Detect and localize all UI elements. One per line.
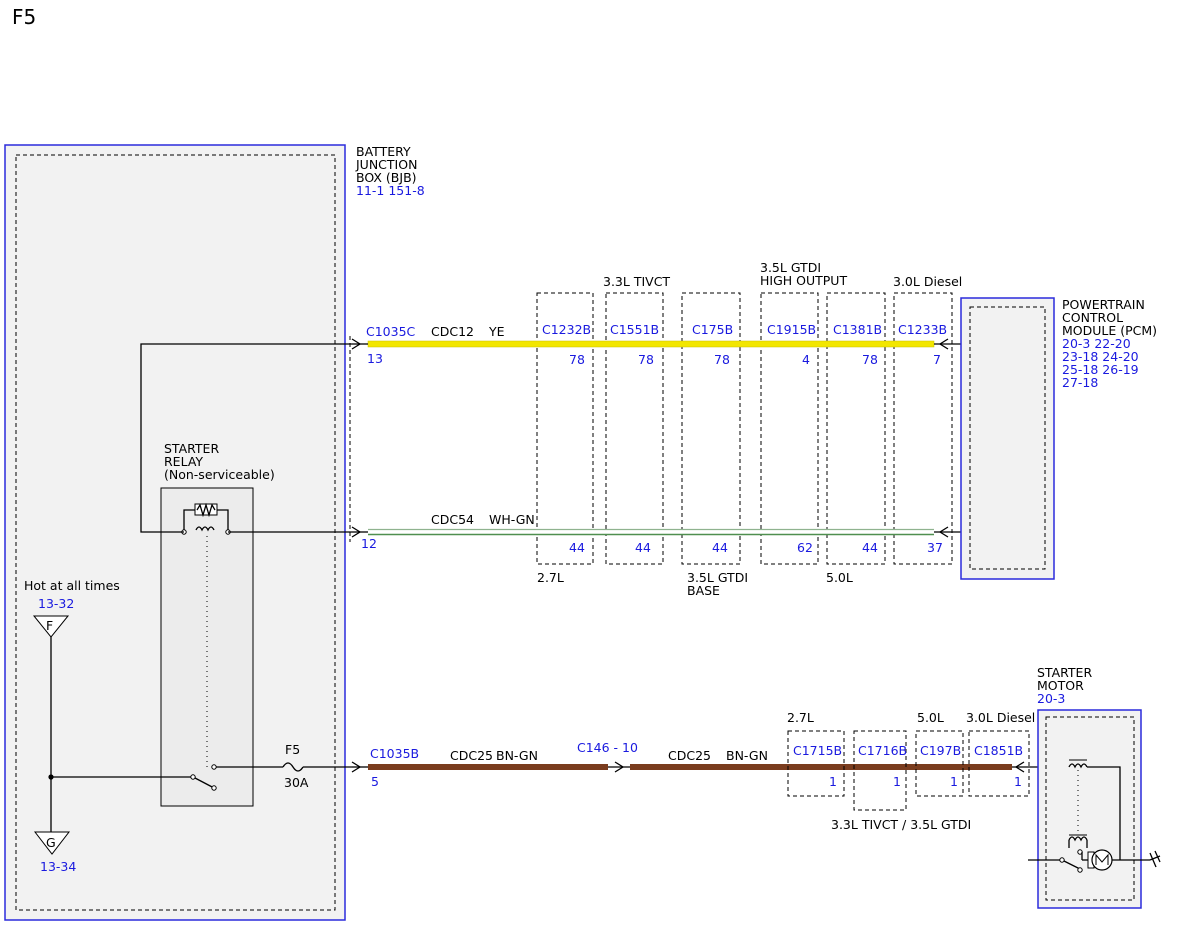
variant-27l: 2.7L: [537, 570, 564, 585]
pcm-refs-4[interactable]: 27-18: [1062, 375, 1098, 390]
conn-c197b[interactable]: C197B: [920, 743, 961, 758]
relay-name-3: (Non-serviceable): [164, 467, 275, 482]
circuit-cdc12: CDC12: [431, 324, 474, 339]
pin-mid-5: 44: [862, 540, 878, 555]
color-wh-gn: WH-GN: [489, 512, 535, 527]
conn-c1232b[interactable]: C1232B: [542, 322, 591, 337]
variant-bottom-27l: 2.7L: [787, 710, 814, 725]
variant-bottom-tivct-gtdi: 3.3L TIVCT / 3.5L GTDI: [831, 817, 971, 832]
variant-tivct: 3.3L TIVCT: [603, 274, 670, 289]
color-bn-gn-a: BN-GN: [496, 748, 538, 763]
top-variant-boxes: [536, 292, 953, 565]
color-bn-gn-b: BN-GN: [726, 748, 768, 763]
pin-c1381b: 78: [862, 352, 878, 367]
fuse-rating: 30A: [284, 775, 309, 790]
hot-ref[interactable]: 13-32: [38, 596, 74, 611]
conn-c1233b[interactable]: C1233B: [898, 322, 947, 337]
pin-c1232b: 78: [569, 352, 585, 367]
ground-symbol: G: [46, 835, 56, 850]
pin-mid-2: 44: [635, 540, 651, 555]
ground-ref[interactable]: 13-34: [40, 859, 76, 874]
pin-c1715b: 1: [829, 774, 837, 789]
pcm-box[interactable]: [960, 297, 1055, 580]
c146-splice-label[interactable]: C146 - 10: [577, 740, 638, 755]
hot-label: Hot at all times: [24, 578, 120, 593]
page-title: F5: [12, 5, 36, 29]
pin-mid-1: 44: [569, 540, 585, 555]
variant-50l: 5.0L: [826, 570, 853, 585]
pin-mid-6: 37: [927, 540, 943, 555]
circuit-cdc25-b: CDC25: [668, 748, 711, 763]
wire-bn-gn-2[interactable]: [630, 764, 1012, 770]
variant-gtdi-ho-2: HIGH OUTPUT: [760, 273, 847, 288]
fuse-name: F5: [285, 742, 300, 757]
power-source-symbol: F: [46, 618, 53, 633]
splice-dot: [48, 774, 54, 780]
starter-motor-ref[interactable]: 20-3: [1037, 691, 1065, 706]
conn-c1716b[interactable]: C1716B: [858, 743, 907, 758]
pin-c175b: 78: [714, 352, 730, 367]
pin-c1915b: 4: [802, 352, 810, 367]
wire-ye[interactable]: [367, 340, 935, 348]
variant-diesel-top: 3.0L Diesel: [893, 274, 962, 289]
c1035c-label[interactable]: C1035C: [366, 324, 416, 339]
variant-gtdi-base-2: BASE: [687, 583, 720, 598]
color-ye: YE: [488, 324, 505, 339]
starter-motor-box[interactable]: [1037, 709, 1142, 909]
pin-c1551b: 78: [638, 352, 654, 367]
circuit-cdc25-a: CDC25: [450, 748, 493, 763]
pin-c1851b: 1: [1014, 774, 1022, 789]
pin-c1233b: 7: [933, 352, 941, 367]
conn-c1381b[interactable]: C1381B: [833, 322, 882, 337]
circuit-cdc54: CDC54: [431, 512, 474, 527]
pin-c1716b: 1: [893, 774, 901, 789]
conn-c1851b[interactable]: C1851B: [974, 743, 1023, 758]
pin-mid-4: 62: [797, 540, 813, 555]
conn-c1915b[interactable]: C1915B: [767, 322, 816, 337]
wiring-diagram: F5 BATTERY JUNCTION BOX (BJB) 11-1 151-8…: [4, 5, 1161, 921]
pin-mid-3: 44: [712, 540, 728, 555]
wire-bn-gn-1[interactable]: [368, 764, 608, 770]
c1035c-pin-12: 12: [361, 536, 377, 551]
c1035b-pin-5: 5: [371, 774, 379, 789]
conn-c1715b[interactable]: C1715B: [793, 743, 842, 758]
pin-c197b: 1: [950, 774, 958, 789]
c1035b-label[interactable]: C1035B: [370, 746, 419, 761]
variant-bottom-50l: 5.0L: [917, 710, 944, 725]
variant-bottom-diesel: 3.0L Diesel: [966, 710, 1035, 725]
conn-c1551b[interactable]: C1551B: [610, 322, 659, 337]
conn-c175b[interactable]: C175B: [692, 322, 733, 337]
c1035c-pin-13: 13: [367, 351, 383, 366]
bjb-refs[interactable]: 11-1 151-8: [356, 183, 425, 198]
